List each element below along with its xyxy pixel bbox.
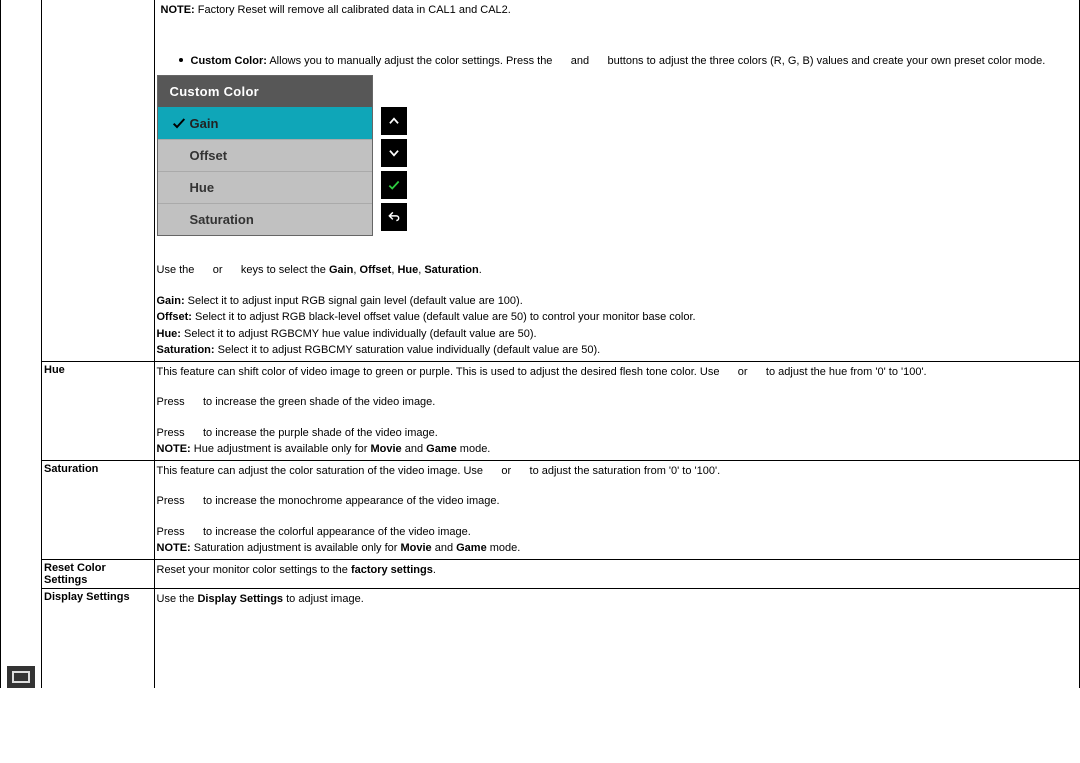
hue-purple: Press to increase the purple shade of th…	[157, 425, 1076, 442]
hue-note: NOTE: Hue adjustment is available only f…	[157, 441, 1076, 458]
offset-line: Offset: Select it to adjust RGB black-le…	[157, 309, 1076, 326]
osd-screenshot: Custom Color Gain Offset	[157, 75, 1076, 236]
saturation-note: NOTE: Saturation adjustment is available…	[157, 540, 1076, 557]
saturation-color: Press to increase the colorful appearanc…	[157, 524, 1076, 541]
osd-item-offset: Offset	[158, 139, 372, 171]
factory-reset-note: NOTE: Factory Reset will remove all cali…	[157, 2, 1076, 25]
display-settings-icon	[7, 666, 35, 688]
hue-desc: This feature can shift color of video im…	[157, 364, 1076, 381]
gain-line: Gain: Select it to adjust input RGB sign…	[157, 293, 1076, 310]
row-label-reset: Reset Color Settings	[42, 559, 154, 588]
custom-color-bullet: Custom Color: Allows you to manually adj…	[179, 53, 1076, 70]
icon-column	[0, 0, 42, 688]
osd-item-gain: Gain	[158, 107, 372, 139]
note-label: NOTE:	[161, 4, 195, 16]
reset-desc: Reset your monitor color settings to the…	[154, 559, 1079, 588]
hue-green: Press to increase the green shade of the…	[157, 394, 1076, 411]
saturation-mono: Press to increase the monochrome appeara…	[157, 493, 1076, 510]
row-label-saturation: Saturation	[42, 460, 154, 559]
osd-item-hue: Hue	[158, 171, 372, 203]
custom-color-label: Custom Color:	[191, 55, 267, 67]
use-keys-instruction: Use the or keys to select the Gain, Offs…	[157, 262, 1076, 279]
checkmark-icon	[168, 115, 190, 131]
row-label-display: Display Settings	[42, 588, 154, 688]
osd-title: Custom Color	[158, 76, 372, 107]
saturation-desc: This feature can adjust the color satura…	[157, 463, 1076, 480]
back-icon	[381, 203, 407, 231]
confirm-check-icon	[381, 171, 407, 199]
saturation-line: Saturation: Select it to adjust RGBCMY s…	[157, 342, 1076, 359]
row-label-hue: Hue	[42, 361, 154, 460]
display-desc: Use the Display Settings to adjust image…	[154, 588, 1079, 688]
hue-line: Hue: Select it to adjust RGBCMY hue valu…	[157, 326, 1076, 343]
osd-item-saturation: Saturation	[158, 203, 372, 235]
bullet-icon	[179, 58, 183, 62]
note-text: Factory Reset will remove all calibrated…	[195, 4, 511, 16]
up-arrow-icon	[381, 107, 407, 135]
down-arrow-icon	[381, 139, 407, 167]
